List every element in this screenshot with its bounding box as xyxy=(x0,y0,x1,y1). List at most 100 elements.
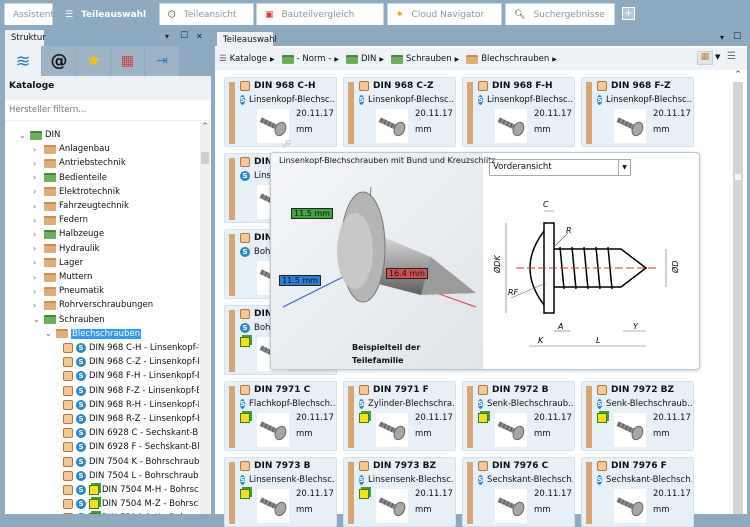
tree-item[interactable]: ⌄ Schrauben xyxy=(33,313,105,327)
tree-item[interactable]: S DIN 968 C-Z - Linsenkopf-Ble xyxy=(63,355,199,369)
tree-item[interactable]: › Antriebstechnik xyxy=(33,156,126,170)
tree-item-label: Lager xyxy=(59,257,84,268)
tree-scrollbar[interactable]: ^ xyxy=(200,122,210,514)
tree-item[interactable]: SDIN 6928 C - Sechskant-Blech xyxy=(63,426,199,440)
star-icon[interactable]: ★ xyxy=(77,46,110,76)
scroll-thumb[interactable] xyxy=(201,152,209,164)
scroll-up-icon[interactable]: ^ xyxy=(733,70,743,82)
card-title: DIN 7973 B xyxy=(240,461,311,471)
tab-cloud-navigator[interactable]: ✷ Cloud Navigator xyxy=(387,3,502,25)
breadcrumb-item[interactable]: DIN xyxy=(361,54,376,64)
chevron-right-icon[interactable]: › xyxy=(33,159,41,168)
tree-item[interactable]: › Halbzeuge xyxy=(33,227,104,241)
close-button[interactable]: ✕ xyxy=(196,32,203,41)
tree-item[interactable]: › Lager xyxy=(33,256,83,270)
tree-item[interactable]: S DIN 968 R-Z - Linsenkopf-Ble xyxy=(63,412,199,426)
part-card[interactable]: DIN 7976 F S Sechskant-Blechsch... 20.11.17… xyxy=(581,457,694,527)
tab-struktur[interactable]: Struktur xyxy=(5,30,46,46)
tab-teileauswahl-panel[interactable]: Teileauswahl xyxy=(217,32,277,48)
chevron-down-icon[interactable]: ⌄ xyxy=(45,329,53,338)
tree-item[interactable]: S DIN 7504 L - Bohrschrauben xyxy=(63,469,199,483)
part-card[interactable]: DIN 968 F-H S Linsenkopf-Blechsc... 20.11.1… xyxy=(462,77,575,147)
part-card[interactable]: DIN 968 F-Z S Linsenkopf-Blechsc... 20.11.1… xyxy=(581,77,694,147)
tree-item[interactable]: › Hydraulik xyxy=(33,242,100,256)
chevron-right-icon[interactable]: › xyxy=(33,230,41,239)
calendar-icon[interactable]: ▦ xyxy=(111,46,144,76)
part-card[interactable]: DIN 7971 C S Flachkopf-Blechsch... 20.11.17… xyxy=(224,381,337,451)
chevron-right-icon[interactable]: › xyxy=(33,202,41,211)
tree-item[interactable]: › Elektrotechnik xyxy=(33,185,120,199)
tree-item[interactable]: S DIN 7504 K - Bohrschrauben xyxy=(63,455,199,469)
catalog-icon[interactable]: ≋ xyxy=(5,46,41,76)
part-card[interactable]: DIN 7972 B S Senk-Blechschraub... 20.11.17 m… xyxy=(462,381,575,451)
part-card[interactable]: DIN 7972 BZ S Senk-Blechschraub... 20.11.17… xyxy=(581,381,694,451)
tree-item[interactable]: › Anlagenbau xyxy=(33,142,110,156)
tab-suchergebnisse[interactable]: 🔍︎ Suchergebnisse xyxy=(505,3,615,25)
tree-item[interactable]: S DIN 7504 M-H - Bohrschra xyxy=(63,483,199,497)
scroll-up-icon[interactable]: ^ xyxy=(200,122,210,134)
cards-scrollbar[interactable]: ^ xyxy=(733,70,743,514)
view-dropdown-icon[interactable]: ▼ xyxy=(715,53,720,61)
breadcrumb-item[interactable]: Schrauben xyxy=(406,54,452,64)
list-view-button[interactable]: ☰ xyxy=(727,51,741,65)
at-icon[interactable]: @ xyxy=(42,46,76,76)
tree-item[interactable]: › Bedienteile xyxy=(33,171,107,185)
tree-item[interactable]: S DIN 968 F-H - Linsenkopf-Ble xyxy=(63,369,199,383)
panel-menu-button[interactable]: ▾ xyxy=(165,32,169,41)
tree-item[interactable]: › Federn xyxy=(33,213,88,227)
chevron-right-icon[interactable]: › xyxy=(33,258,41,267)
part-card[interactable]: DIN 7973 B S Linsensenk-Blechsc... 20.11.17… xyxy=(224,457,337,527)
tree-item[interactable]: › Muttern xyxy=(33,270,92,284)
maximize-button[interactable]: ☐ xyxy=(180,31,188,41)
3d-preview[interactable]: Linsenkopf-Blechschrauben mit Bund und K… xyxy=(271,153,496,369)
tab-teileauswahl[interactable]: ☰ Teileauswahl xyxy=(56,3,156,25)
chevron-down-icon[interactable]: ⌄ xyxy=(19,131,27,140)
chevron-down-icon[interactable]: ⌄ xyxy=(33,315,41,324)
chevron-right-icon[interactable]: › xyxy=(33,244,41,253)
tree-item[interactable]: S DIN 7504 M-Z - Bohrschra xyxy=(63,497,199,511)
breadcrumb-item[interactable]: Kataloge xyxy=(230,54,267,64)
chevron-right-icon[interactable]: ▶ xyxy=(379,56,384,63)
add-tab-button[interactable]: + xyxy=(622,7,635,20)
chevron-right-icon[interactable]: › xyxy=(33,287,41,296)
chevron-right-icon[interactable]: › xyxy=(33,187,41,196)
part-card[interactable]: DIN 7976 C S Sechskant-Blechsch... 20.11.17… xyxy=(462,457,575,527)
chevron-down-icon[interactable]: ▼ xyxy=(618,160,630,175)
tab-bauteilvergleich[interactable]: ▣ Bauteilvergleich xyxy=(256,3,384,25)
tree-item[interactable]: ⌄ DIN xyxy=(19,128,60,142)
export-icon[interactable]: ⇥ xyxy=(145,46,179,76)
chevron-right-icon[interactable]: › xyxy=(33,216,41,225)
tree-item[interactable]: SDIN 6928 F - Sechskant-Blech xyxy=(63,440,199,454)
manufacturer-filter-input[interactable] xyxy=(9,102,199,118)
chevron-right-icon[interactable]: ▶ xyxy=(455,56,460,63)
chevron-right-icon[interactable]: ▶ xyxy=(270,56,275,63)
tile-view-button[interactable]: ▦ xyxy=(697,51,713,65)
standard-icon: S xyxy=(76,485,86,495)
chevron-right-icon[interactable]: › xyxy=(33,301,41,310)
chevron-right-icon[interactable]: › xyxy=(33,173,41,182)
tree-item[interactable]: ⌄ Blechschrauben xyxy=(45,327,142,341)
panel-menu-button[interactable]: ▾ xyxy=(720,33,724,42)
tree-item-label: Anlagenbau xyxy=(59,144,110,155)
chevron-right-icon[interactable]: ▶ xyxy=(334,56,339,63)
tree-item[interactable]: S DIN 968 F-Z - Linsenkopf-Ble xyxy=(63,384,199,398)
tab-assistent[interactable]: Assistent xyxy=(4,3,54,25)
tab-teileansicht[interactable]: ⬡ Teileansicht xyxy=(159,3,254,25)
tree-item[interactable]: SDIN 968 C-H - Linsenkopf-Ble xyxy=(63,341,199,355)
card-date: 20.11.17 xyxy=(653,413,691,423)
part-card[interactable]: DIN 7971 F S Zylinder-Blechschra... 20.11.1… xyxy=(343,381,456,451)
view-select[interactable]: Vorderansicht ▼ xyxy=(489,159,631,176)
scroll-thumb[interactable] xyxy=(735,174,741,180)
breadcrumb-item[interactable]: Blechschrauben xyxy=(481,54,549,64)
chevron-right-icon[interactable]: › xyxy=(33,145,41,154)
chevron-right-icon[interactable]: ▶ xyxy=(552,56,557,63)
tree-item[interactable]: › Fahrzeugtechnik xyxy=(33,199,129,213)
part-card[interactable]: DIN 968 C-Z S Linsenkopf-Blechsc... 20.11.1… xyxy=(343,77,456,147)
chevron-right-icon[interactable]: › xyxy=(33,273,41,282)
part-card[interactable]: DIN 7973 BZ S Linsensenk-Blechsc... 20.11.1… xyxy=(343,457,456,527)
maximize-button[interactable]: ☐ xyxy=(733,32,741,42)
tree-item[interactable]: › Pneumatik xyxy=(33,284,104,298)
breadcrumb-item[interactable]: - Norm - xyxy=(297,54,332,64)
tree-item[interactable]: › Rohrverschraubungen xyxy=(33,298,153,312)
tree-item[interactable]: S DIN 968 R-H - Linsenkopf-Ble xyxy=(63,398,199,412)
